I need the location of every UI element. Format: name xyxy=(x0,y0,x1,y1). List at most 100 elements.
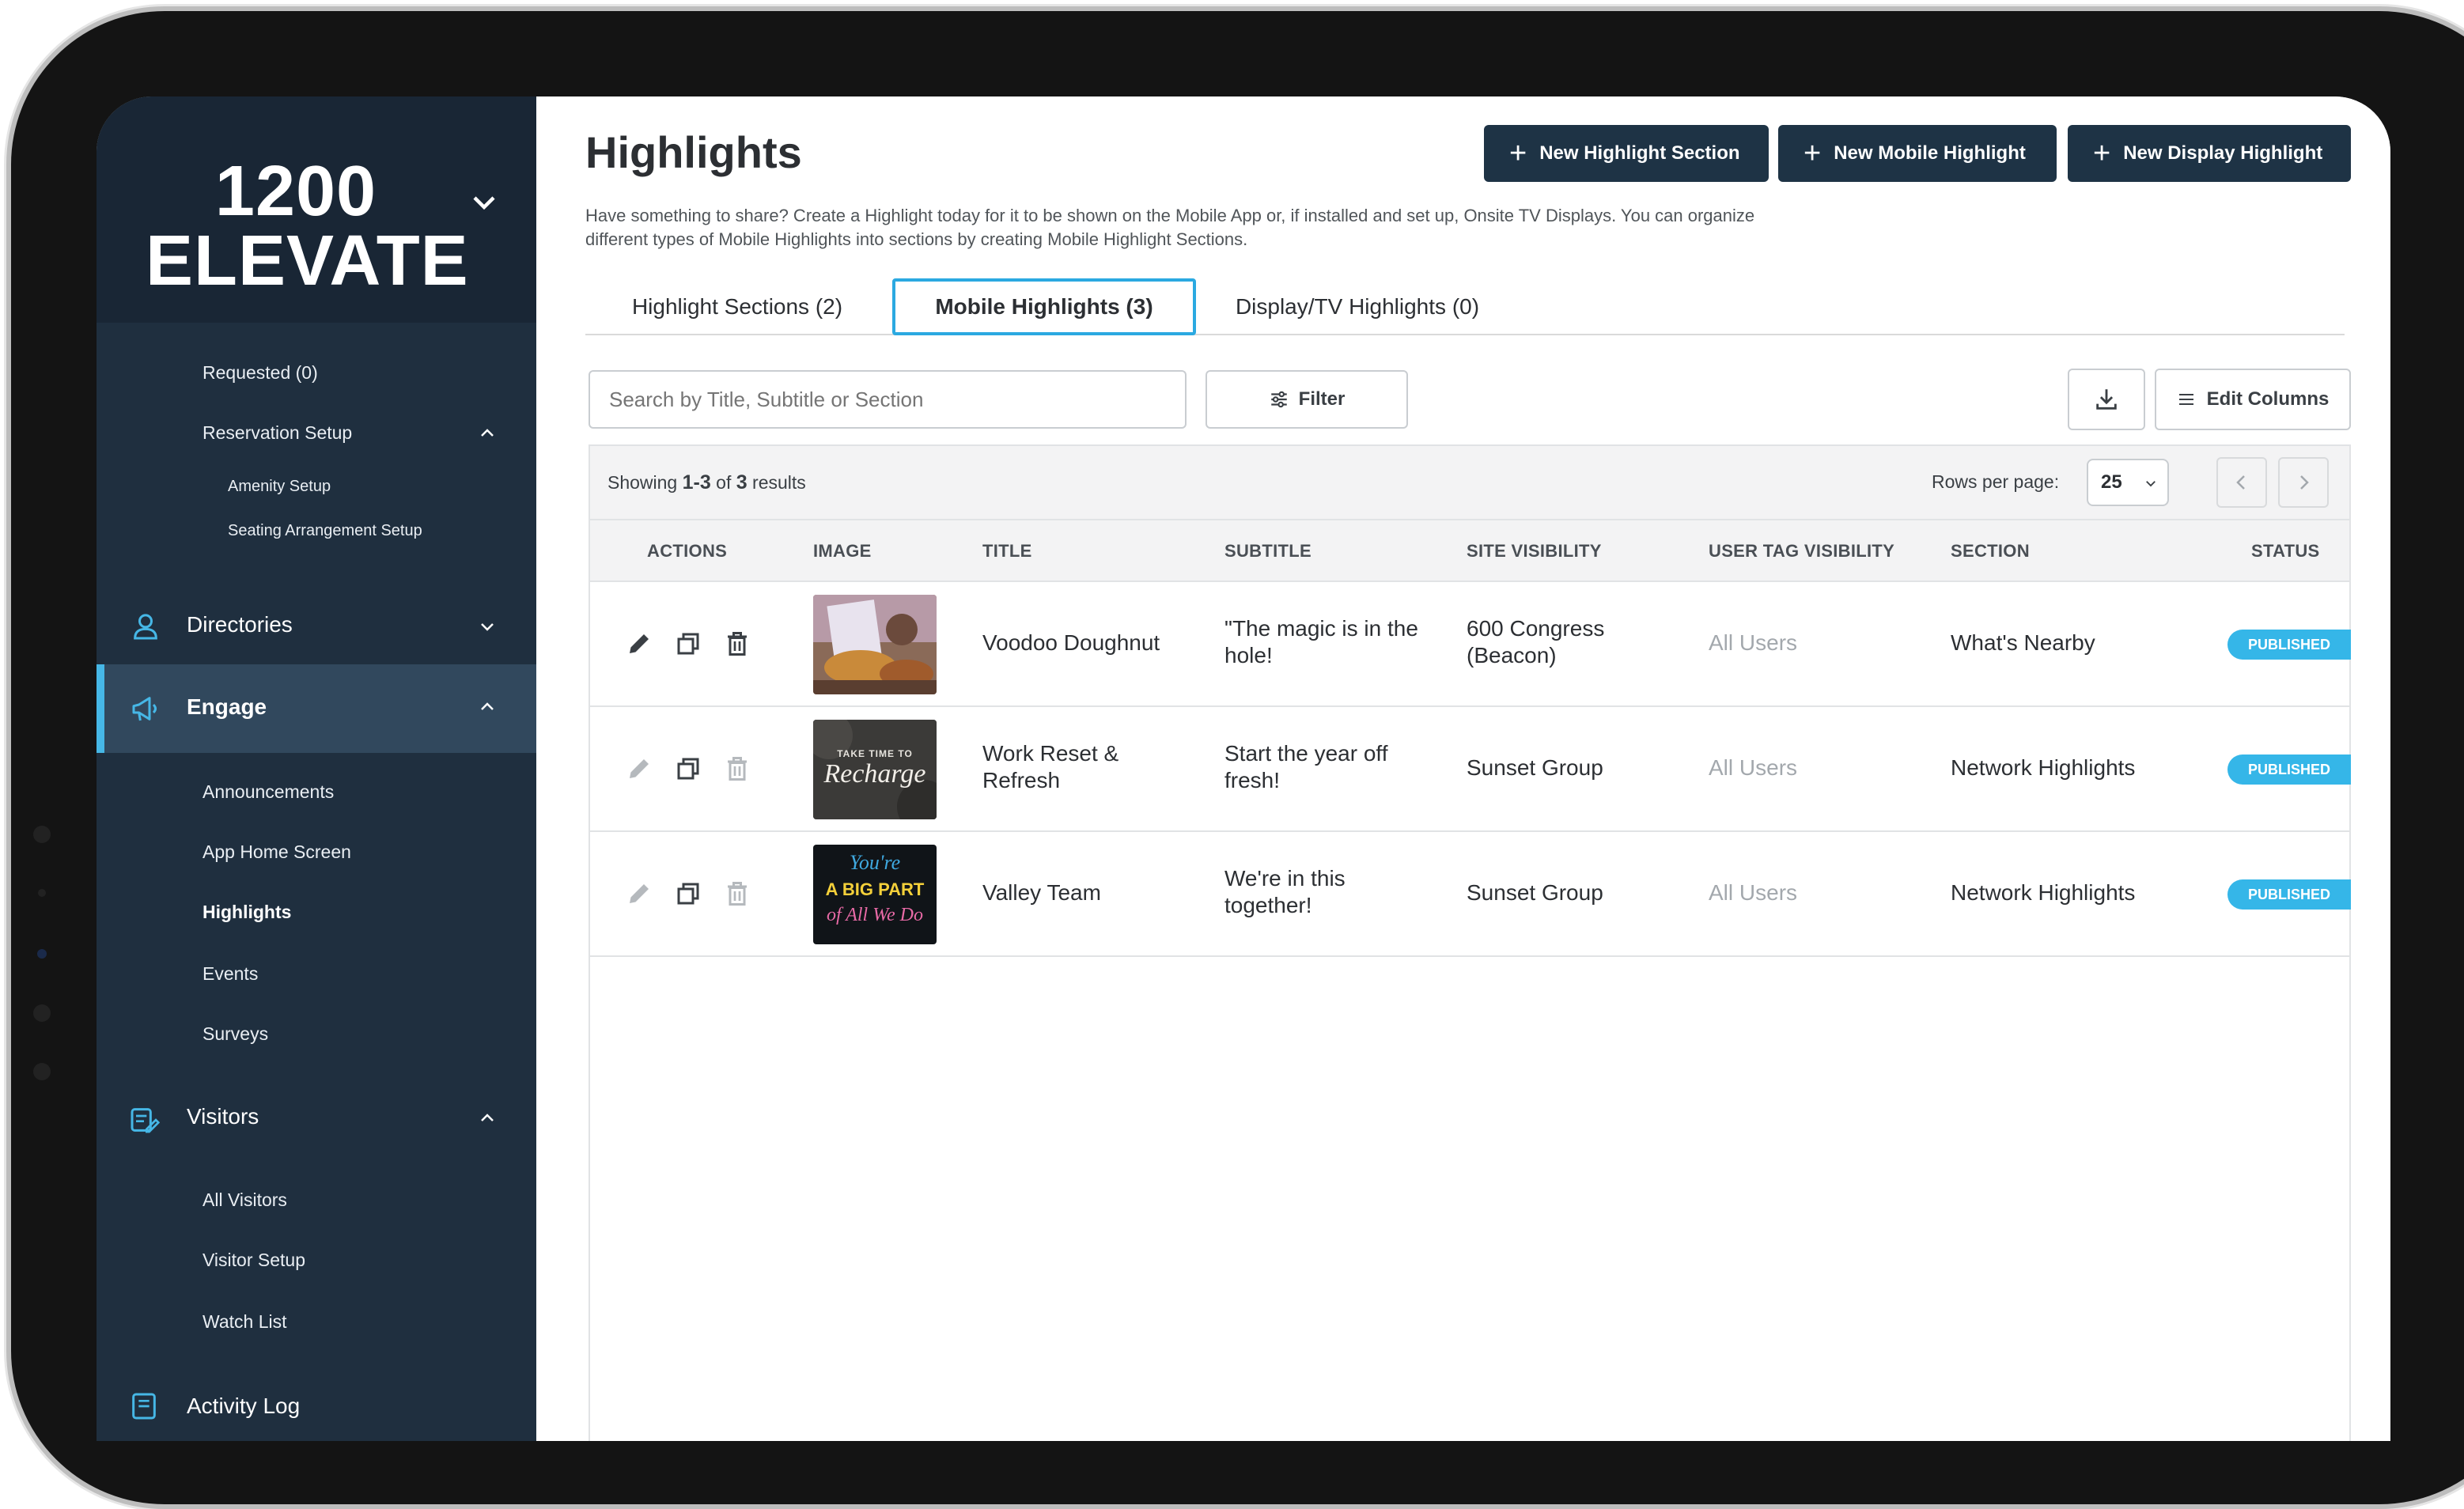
duplicate-icon[interactable] xyxy=(674,879,702,908)
app-screen: 1200 ELEVATE Requested (0) Reservation S… xyxy=(97,96,2390,1441)
table-row[interactable]: TAKE TIME TO Recharge Work Reset & Refre… xyxy=(590,707,2351,832)
sidebar-item-label: Reservation Setup xyxy=(202,422,353,443)
pencil-icon[interactable] xyxy=(625,879,653,908)
button-label: Edit Columns xyxy=(2206,388,2330,410)
menu-icon xyxy=(2178,394,2193,405)
row-title: Voodoo Doughnut xyxy=(982,630,1160,655)
sidebar-item-app-home-screen[interactable]: App Home Screen xyxy=(97,829,536,876)
sidebar-item-requested[interactable]: Requested (0) xyxy=(97,350,536,397)
new-display-highlight-button[interactable]: + New Display Highlight xyxy=(2068,125,2351,182)
column-header-subtitle[interactable]: SUBTITLE xyxy=(1224,541,1311,562)
tablet-frame: 1200 ELEVATE Requested (0) Reservation S… xyxy=(6,6,2464,1509)
download-button[interactable] xyxy=(2068,369,2145,430)
sidebar-item-watch-list[interactable]: Watch List xyxy=(97,1299,536,1346)
new-highlight-section-button[interactable]: + New Highlight Section xyxy=(1484,125,1769,182)
sidebar-item-surveys[interactable]: Surveys xyxy=(97,1011,536,1058)
table-header: ACTIONS IMAGE TITLE SUBTITLE SITE VISIBI… xyxy=(590,520,2349,582)
image-caption-line-2: A BIG PART xyxy=(825,879,925,899)
side-sensor xyxy=(33,826,51,843)
row-subtitle: "The magic is in the hole! xyxy=(1224,616,1418,668)
button-label: New Highlight Section xyxy=(1539,142,1740,164)
search-input[interactable] xyxy=(589,370,1187,429)
prev-page-button[interactable] xyxy=(2216,457,2267,508)
column-header-title[interactable]: TITLE xyxy=(982,541,1032,562)
sidebar-item-reservation-setup[interactable]: Reservation Setup xyxy=(97,410,536,457)
row-site-visibility: Sunset Group xyxy=(1467,755,1603,780)
table-toolbar: Showing 1-3 of 3 results Rows per page: … xyxy=(590,446,2349,520)
column-header-actions[interactable]: ACTIONS xyxy=(647,541,727,562)
highlights-table: Showing 1-3 of 3 results Rows per page: … xyxy=(589,444,2351,1441)
sidebar-item-announcements[interactable]: Announcements xyxy=(97,769,536,816)
image-caption-top: TAKE TIME TO xyxy=(837,748,913,759)
doughnut-image xyxy=(813,595,937,694)
column-header-user-tag-visibility[interactable]: USER TAG VISIBILITY xyxy=(1709,541,1894,562)
status-badge: PUBLISHED xyxy=(2227,754,2351,785)
next-page-button[interactable] xyxy=(2278,457,2329,508)
sidebar-item-engage[interactable]: Engage xyxy=(97,664,536,753)
brand-line-1: 1200 xyxy=(214,152,377,231)
page-title: Highlights xyxy=(585,127,802,177)
side-sensor xyxy=(37,949,47,959)
brand-line-2: ELEVATE xyxy=(146,221,469,301)
results-of: of xyxy=(716,472,732,493)
sidebar-item-seating-arrangement-setup[interactable]: Seating Arrangement Setup xyxy=(97,512,536,552)
edit-columns-button[interactable]: Edit Columns xyxy=(2155,369,2351,430)
megaphone-icon xyxy=(132,697,157,721)
trash-icon[interactable] xyxy=(723,754,751,783)
trash-icon[interactable] xyxy=(723,630,751,658)
row-section: Network Highlights xyxy=(1951,755,2136,780)
filter-button[interactable]: Filter xyxy=(1206,370,1408,429)
row-subtitle: Start the year off fresh! xyxy=(1224,741,1388,792)
new-mobile-highlight-button[interactable]: + New Mobile Highlight xyxy=(1778,125,2057,182)
brand-logo: 1200 ELEVATE xyxy=(146,152,469,301)
row-title: Valley Team xyxy=(982,880,1101,905)
sidebar-item-events[interactable]: Events xyxy=(97,951,536,998)
sidebar-item-label: Visitors xyxy=(187,1104,259,1129)
tab-mobile-highlights[interactable]: Mobile Highlights (3) xyxy=(892,278,1196,335)
button-label: Filter xyxy=(1298,388,1346,410)
sidebar-item-visitors[interactable]: Visitors xyxy=(97,1079,536,1158)
chevron-left-icon xyxy=(2236,475,2245,490)
image-caption-line-1: You're xyxy=(849,851,901,874)
sidebar-item-label: Requested (0) xyxy=(202,362,318,383)
row-section: Network Highlights xyxy=(1951,880,2136,905)
button-label: New Display Highlight xyxy=(2123,142,2323,164)
sidebar-item-amenity-setup[interactable]: Amenity Setup xyxy=(97,468,536,508)
tab-display-highlights[interactable]: Display/TV Highlights (0) xyxy=(1201,278,1514,335)
chevron-up-icon xyxy=(481,1114,494,1121)
column-header-site-visibility[interactable]: SITE VISIBILITY xyxy=(1467,541,1602,562)
rows-per-page-select[interactable]: 25 xyxy=(2087,459,2169,506)
chevron-down-icon xyxy=(2146,481,2156,487)
sidebar-item-label: Highlights xyxy=(202,902,292,922)
duplicate-icon[interactable] xyxy=(674,754,702,783)
chevron-down-icon[interactable] xyxy=(470,188,498,217)
log-icon xyxy=(132,1393,156,1420)
sidebar-item-directories[interactable]: Directories xyxy=(97,587,536,666)
sidebar-item-activity-log[interactable]: Activity Log xyxy=(97,1370,536,1441)
tab-bar: Highlight Sections (2) Mobile Highlights… xyxy=(585,278,2345,335)
table-row[interactable]: Voodoo Doughnut "The magic is in the hol… xyxy=(590,582,2351,707)
trash-icon[interactable] xyxy=(723,879,751,908)
chevron-up-icon xyxy=(481,429,494,437)
sidebar-item-label: App Home Screen xyxy=(202,841,351,862)
sidebar-item-all-visitors[interactable]: All Visitors xyxy=(97,1177,536,1224)
plus-icon: + xyxy=(1804,137,1822,170)
sidebar-item-label: Visitor Setup xyxy=(202,1250,305,1270)
duplicate-icon[interactable] xyxy=(674,630,702,658)
sidebar-item-highlights[interactable]: Highlights xyxy=(97,889,536,936)
image-caption: Recharge xyxy=(823,759,926,789)
table-row[interactable]: You're A BIG PART of All We Do Valley Te… xyxy=(590,832,2351,957)
brand-header[interactable]: 1200 ELEVATE xyxy=(97,96,536,323)
pencil-icon[interactable] xyxy=(625,754,653,783)
results-range: 1-3 xyxy=(682,471,711,494)
sidebar-item-label: Surveys xyxy=(202,1023,269,1044)
column-header-image[interactable]: IMAGE xyxy=(813,541,872,562)
plus-icon: + xyxy=(2093,137,2111,170)
pencil-icon[interactable] xyxy=(625,630,653,658)
sidebar-item-visitor-setup[interactable]: Visitor Setup xyxy=(97,1237,536,1284)
row-site-visibility: Sunset Group xyxy=(1467,880,1603,905)
sidebar-item-label: Announcements xyxy=(202,781,335,802)
column-header-status[interactable]: STATUS xyxy=(2251,541,2320,562)
tab-highlight-sections[interactable]: Highlight Sections (2) xyxy=(585,278,889,335)
column-header-section[interactable]: SECTION xyxy=(1951,541,2030,562)
